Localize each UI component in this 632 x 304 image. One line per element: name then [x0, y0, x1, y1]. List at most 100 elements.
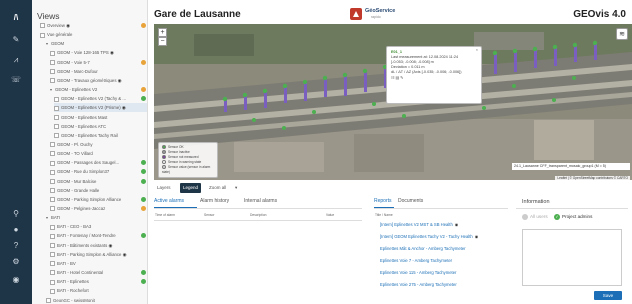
chat-icon[interactable]: ● [8, 224, 24, 236]
view-checkbox[interactable] [54, 114, 59, 120]
sidebar-item[interactable]: BATI - Fontenay / Mont-Tendre [50, 231, 147, 240]
popup-actions[interactable]: ☷ ▤ ✎ [391, 76, 477, 81]
zoom-all-dropdown-icon[interactable]: ▾ [232, 183, 240, 193]
sidebar-item[interactable]: ▾ GEOM - Eplinettes V2 [50, 85, 147, 94]
radio-all-users[interactable] [522, 213, 528, 220]
view-checkbox[interactable] [50, 233, 55, 239]
sidebar-item[interactable]: BATI - Hotel Continental [50, 268, 147, 277]
sidebar-item[interactable]: Vue générale [40, 30, 147, 39]
sidebar-item[interactable]: GEOM - Eplinettes Tachy Rail [54, 131, 147, 140]
sidebar-item[interactable]: BATI - Eplinettes [50, 277, 147, 286]
view-checkbox[interactable] [50, 50, 55, 56]
sidebar-item[interactable]: GEOM - Pelgines-Jaccaz [50, 204, 147, 213]
eye-icon[interactable]: ◉ [121, 252, 127, 257]
column-value[interactable]: Value [326, 213, 334, 217]
view-checkbox[interactable] [50, 224, 55, 230]
sidebar-item[interactable]: GeonGC - swissMonit [46, 296, 147, 304]
view-checkbox[interactable] [50, 78, 55, 84]
view-checkbox[interactable] [50, 169, 55, 175]
column-sensor[interactable]: Sensor [204, 213, 214, 217]
report-link[interactable]: Eplinettes Voie 275 - Amberg Tachymeter [380, 280, 457, 290]
tab-zoom-all[interactable]: Zoom all [206, 183, 229, 193]
information-textarea[interactable] [522, 229, 622, 286]
view-checkbox[interactable] [50, 270, 55, 276]
view-checkbox[interactable] [46, 297, 51, 303]
report-link[interactable]: Eplinettes Mât & Anchor - Amberg Tachyme… [380, 244, 466, 254]
sidebar-item[interactable]: BATI - Rochefort [50, 286, 147, 295]
zoom-in-button[interactable]: + [158, 28, 167, 37]
sidebar-item[interactable]: GEOM - Pl. Ouchy [50, 140, 147, 149]
user-avatar-icon[interactable]: ◉ [8, 274, 24, 286]
tab-layers[interactable]: Layers [154, 183, 174, 193]
sidebar-item[interactable]: GEOM - Grande Halle [50, 186, 147, 195]
view-checkbox[interactable] [50, 197, 55, 203]
option-project-admins[interactable]: ✓ Project admins [554, 213, 592, 221]
sidebar-item[interactable]: GEOM - Voie 128-165 TPS ◉ [50, 48, 147, 57]
sidebar-item[interactable]: GEOM - Rue du Simplon37 [50, 167, 147, 176]
eye-icon[interactable]: ◉ [475, 234, 479, 239]
sidebar-item[interactable]: ▾ GEOM [46, 39, 147, 48]
sidebar-item[interactable]: GEOM - Parking Simplon Alliance [50, 195, 147, 204]
view-checkbox[interactable] [50, 242, 55, 248]
sidebar-item[interactable]: BATI - Bâtiments existants ◉ [50, 241, 147, 250]
edit-icon[interactable]: ✎ [8, 34, 24, 46]
sidebar-item[interactable]: GEOM - Mur Balcise [50, 177, 147, 186]
view-checkbox[interactable] [50, 142, 55, 148]
sidebar-item[interactable]: GEOM - Passages des Saugel... [50, 158, 147, 167]
sidebar-item[interactable]: BATI - Parking Simplon & Alliance ◉ [50, 250, 147, 259]
view-checkbox[interactable] [50, 69, 55, 75]
reports-column-title[interactable]: Title / Name [375, 213, 393, 217]
view-checkbox[interactable] [50, 160, 55, 166]
tab-reports[interactable]: Reports [374, 198, 392, 205]
view-checkbox[interactable] [54, 133, 59, 139]
eye-icon[interactable]: ◉ [455, 222, 459, 227]
sidebar-item[interactable]: GEOM - Eplinettes V2 (Tachy & ... [54, 94, 147, 103]
pin-icon[interactable]: ⚲ [8, 208, 24, 220]
view-checkbox[interactable] [50, 151, 55, 157]
zoom-out-button[interactable]: − [158, 37, 167, 46]
view-checkbox[interactable] [50, 188, 55, 194]
view-checkbox[interactable] [50, 252, 55, 258]
chart-icon[interactable]: ⩘ [8, 54, 24, 66]
view-checkbox[interactable] [50, 59, 55, 65]
sidebar-item[interactable]: GEOM - Travaux géométriques ◉ [50, 76, 147, 85]
sidebar-item[interactable]: Overview ◉ [40, 21, 147, 30]
view-checkbox[interactable] [50, 206, 55, 212]
option-all-users[interactable]: All users [522, 213, 548, 221]
sidebar-item[interactable]: BATI - CEO - BA3 [50, 222, 147, 231]
phone-icon[interactable]: ☏ [8, 74, 24, 86]
eye-icon[interactable]: ◉ [65, 23, 70, 28]
sidebar-item[interactable]: ▾ BATI [46, 213, 147, 222]
report-link[interactable]: [Intern] GEOM Eplinettes Tachy V2 - Tach… [380, 232, 478, 242]
eye-icon[interactable]: ◉ [109, 50, 114, 55]
tab-documents[interactable]: Documents [398, 198, 423, 205]
layers-control-icon[interactable]: ≋ [616, 28, 628, 40]
report-link[interactable]: Eplinettes Voie 115 - Amberg Tachymeter [380, 268, 456, 278]
map-view[interactable]: + − ≋ × E01_1 Last measurement at: 12.08… [154, 24, 632, 180]
tab-legend[interactable]: Legend [180, 183, 202, 193]
view-checkbox[interactable] [50, 279, 55, 285]
eye-icon[interactable]: ◉ [107, 243, 113, 248]
view-checkbox[interactable] [50, 288, 55, 294]
map-attribution[interactable]: Leaflet | © OpenStreetMap contributors ©… [555, 176, 630, 180]
view-checkbox[interactable] [54, 124, 59, 129]
view-checkbox[interactable] [54, 96, 59, 102]
sidebar-item[interactable]: GEOM - Eplinettes V2 (Prisme) ◉ [54, 103, 147, 113]
radio-project-admins[interactable]: ✓ [554, 213, 560, 220]
column-description[interactable]: Description [250, 213, 267, 217]
logo-icon[interactable]: /\ [8, 12, 24, 24]
help-icon[interactable]: ? [8, 240, 24, 252]
sidebar-item[interactable]: GEOM - Eplinettes Mast [54, 113, 147, 122]
sidebar-item[interactable]: GEOM - Marc-Dufour [50, 67, 147, 76]
view-checkbox[interactable] [50, 178, 55, 184]
popup-close-icon[interactable]: × [476, 48, 478, 53]
sidebar-item[interactable]: GEOM - TO Villard [50, 149, 147, 158]
sidebar-item[interactable]: GEOM - Eplinettes ATC [54, 122, 147, 131]
tab-internal-alarms[interactable]: Internal alarms [244, 198, 277, 205]
save-button[interactable]: Save [594, 291, 622, 300]
eye-icon[interactable]: ◉ [121, 105, 126, 110]
view-checkbox[interactable] [40, 32, 45, 38]
tab-alarm-history[interactable]: Alarm history [200, 198, 229, 205]
view-checkbox[interactable] [54, 105, 59, 111]
view-checkbox[interactable] [50, 261, 55, 267]
